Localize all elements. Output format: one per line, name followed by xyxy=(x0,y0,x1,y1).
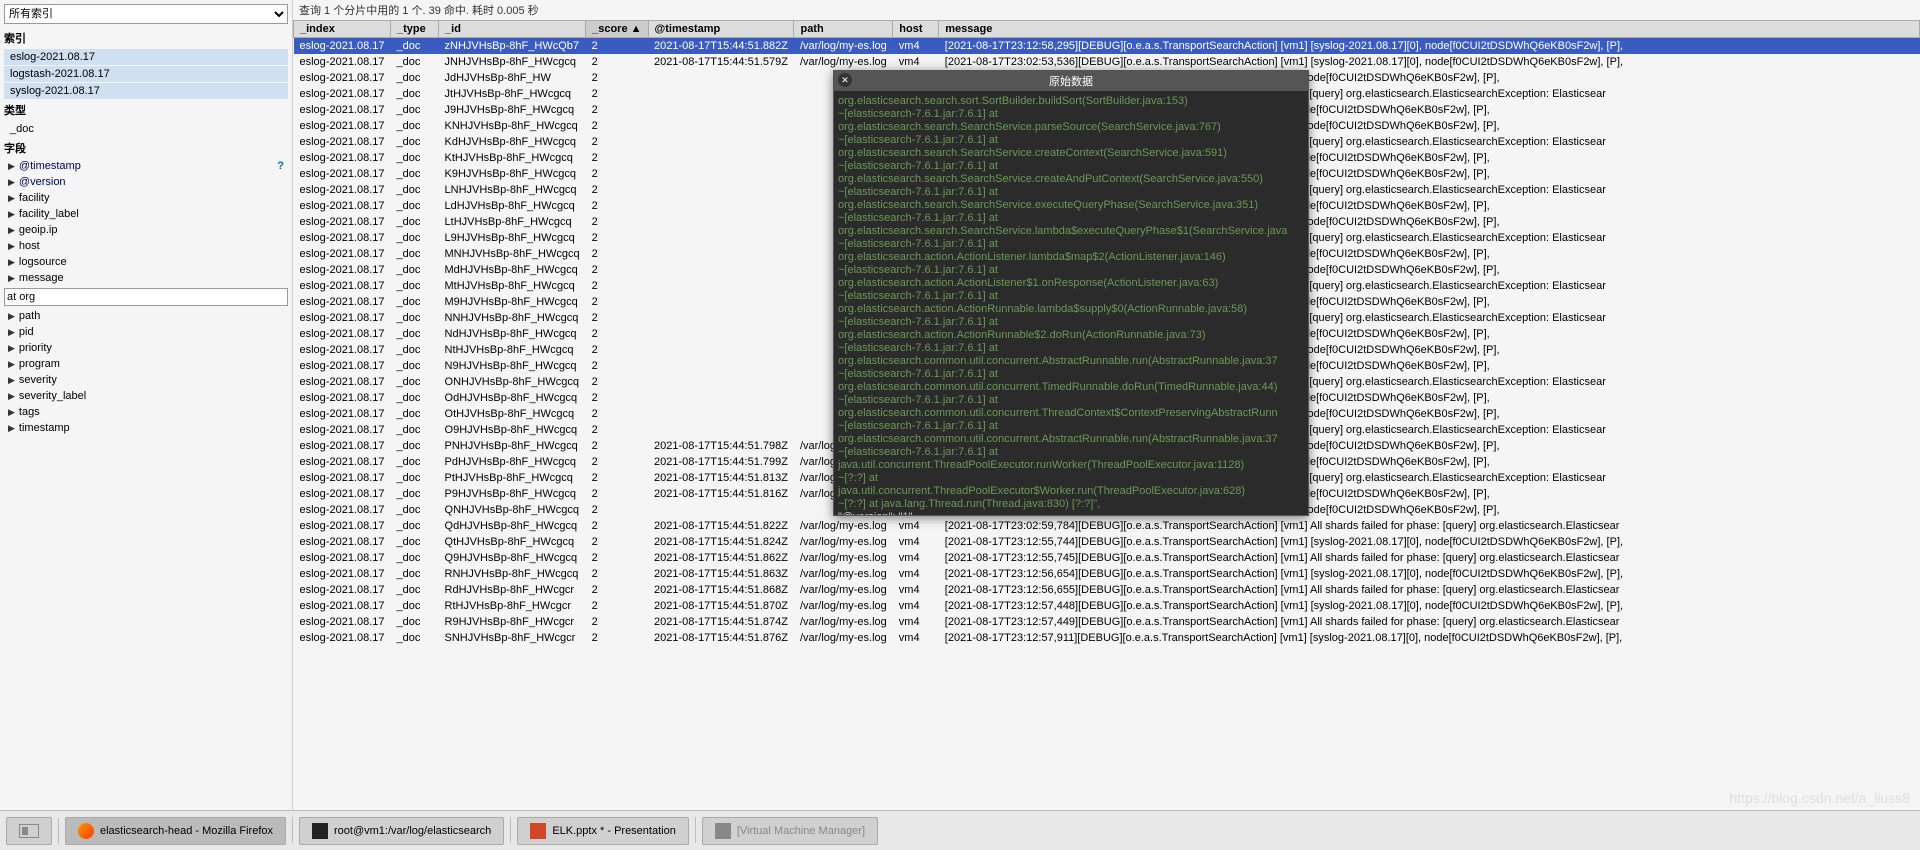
app-icon xyxy=(715,823,731,839)
field-item[interactable]: ▶tags xyxy=(4,404,288,420)
arrow-icon: ▶ xyxy=(8,359,15,370)
filter-input[interactable] xyxy=(4,288,288,306)
arrow-icon: ▶ xyxy=(8,391,15,402)
field-item[interactable]: ▶severity xyxy=(4,372,288,388)
field-item[interactable]: ▶message xyxy=(4,270,288,286)
field-item[interactable]: ▶logsource xyxy=(4,254,288,270)
popup-body[interactable]: org.elasticsearch.search.sort.SortBuilde… xyxy=(834,91,1308,516)
arrow-icon: ▶ xyxy=(8,343,15,354)
popup-title[interactable]: ✕ 原始数据 xyxy=(834,71,1308,91)
taskbar-item[interactable]: root@vm1:/var/log/elasticsearch xyxy=(299,817,504,845)
field-item[interactable]: ▶geoip.ip xyxy=(4,222,288,238)
arrow-icon: ▶ xyxy=(8,225,15,236)
taskbar: elasticsearch-head - Mozilla Firefox root… xyxy=(0,810,1920,850)
index-item[interactable]: syslog-2021.08.17 xyxy=(4,83,288,99)
index-item[interactable]: eslog-2021.08.17 xyxy=(4,49,288,65)
arrow-icon: ▶ xyxy=(8,311,15,322)
column-header[interactable]: path xyxy=(794,21,893,38)
question-icon: ? xyxy=(277,160,284,172)
column-header[interactable]: host xyxy=(893,21,939,38)
arrow-icon: ▶ xyxy=(8,209,15,220)
table-row[interactable]: eslog-2021.08.17_docRNHJVHsBp-8hF_HWcgcq… xyxy=(294,566,1920,582)
field-item[interactable]: ▶severity_label xyxy=(4,388,288,404)
status-text: 查询 1 个分片中用的 1 个. 39 命中. 耗时 0.005 秒 xyxy=(293,0,1920,20)
arrow-icon: ▶ xyxy=(8,407,15,418)
content: 查询 1 个分片中用的 1 个. 39 命中. 耗时 0.005 秒 _inde… xyxy=(293,0,1920,810)
table-row[interactable]: eslog-2021.08.17_docQ9HJVHsBp-8hF_HWcgcq… xyxy=(294,550,1920,566)
table-row[interactable]: eslog-2021.08.17_docQdHJVHsBp-8hF_HWcgcq… xyxy=(294,518,1920,534)
table-row[interactable]: eslog-2021.08.17_docRtHJVHsBp-8hF_HWcgcr… xyxy=(294,598,1920,614)
close-icon[interactable]: ✕ xyxy=(838,73,852,87)
sidebar: 所有索引 索引 eslog-2021.08.17logstash-2021.08… xyxy=(0,0,293,810)
arrow-icon: ▶ xyxy=(8,257,15,268)
column-header[interactable]: _score ▲ xyxy=(586,21,648,38)
app-icon xyxy=(312,823,328,839)
column-header[interactable]: _type xyxy=(391,21,439,38)
field-item[interactable]: ▶@timestamp? xyxy=(4,158,288,174)
table-row[interactable]: eslog-2021.08.17_docQtHJVHsBp-8hF_HWcgcq… xyxy=(294,534,1920,550)
app-icon xyxy=(78,823,94,839)
table-row[interactable]: eslog-2021.08.17_doczNHJVHsBp-8hF_HWcQb7… xyxy=(294,38,1920,55)
taskbar-item[interactable]: ELK.pptx * - Presentation xyxy=(517,817,689,845)
column-header[interactable]: _id xyxy=(439,21,586,38)
section-type: 类型 xyxy=(4,100,288,120)
taskbar-item[interactable]: elasticsearch-head - Mozilla Firefox xyxy=(65,817,286,845)
field-item[interactable]: ▶path xyxy=(4,308,288,324)
field-item[interactable]: ▶host xyxy=(4,238,288,254)
table-row[interactable]: eslog-2021.08.17_docRdHJVHsBp-8hF_HWcgcr… xyxy=(294,582,1920,598)
table-row[interactable]: eslog-2021.08.17_docSNHJVHsBp-8hF_HWcgcr… xyxy=(294,630,1920,646)
table-row[interactable]: eslog-2021.08.17_docJNHJVHsBp-8hF_HWcgcq… xyxy=(294,54,1920,70)
raw-data-popup: ✕ 原始数据 org.elasticsearch.search.sort.Sor… xyxy=(833,70,1309,516)
index-select[interactable]: 所有索引 xyxy=(4,4,288,24)
show-desktop-button[interactable] xyxy=(6,817,52,845)
field-item[interactable]: ▶priority xyxy=(4,340,288,356)
column-header[interactable]: @timestamp xyxy=(648,21,794,38)
column-header[interactable]: _index xyxy=(294,21,391,38)
field-item[interactable]: ▶@version xyxy=(4,174,288,190)
arrow-icon: ▶ xyxy=(8,241,15,252)
field-item[interactable]: ▶timestamp xyxy=(4,420,288,436)
field-item[interactable]: ▶facility xyxy=(4,190,288,206)
field-item[interactable]: ▶program xyxy=(4,356,288,372)
app-icon xyxy=(530,823,546,839)
arrow-icon: ▶ xyxy=(8,161,15,172)
column-header[interactable]: message xyxy=(939,21,1920,38)
field-item[interactable]: ▶pid xyxy=(4,324,288,340)
arrow-icon: ▶ xyxy=(8,177,15,188)
arrow-icon: ▶ xyxy=(8,193,15,204)
desktop-icon xyxy=(19,824,39,838)
index-item[interactable]: logstash-2021.08.17 xyxy=(4,66,288,82)
table-row[interactable]: eslog-2021.08.17_docR9HJVHsBp-8hF_HWcgcr… xyxy=(294,614,1920,630)
section-index: 索引 xyxy=(4,28,288,48)
section-field: 字段 xyxy=(4,138,288,158)
taskbar-item[interactable]: [Virtual Machine Manager] xyxy=(702,817,878,845)
arrow-icon: ▶ xyxy=(8,423,15,434)
field-item[interactable]: ▶facility_label xyxy=(4,206,288,222)
arrow-icon: ▶ xyxy=(8,273,15,284)
arrow-icon: ▶ xyxy=(8,375,15,386)
watermark: https://blog.csdn.net/a_liuss8 xyxy=(1729,790,1910,806)
type-item[interactable]: _doc xyxy=(4,121,288,137)
arrow-icon: ▶ xyxy=(8,327,15,338)
